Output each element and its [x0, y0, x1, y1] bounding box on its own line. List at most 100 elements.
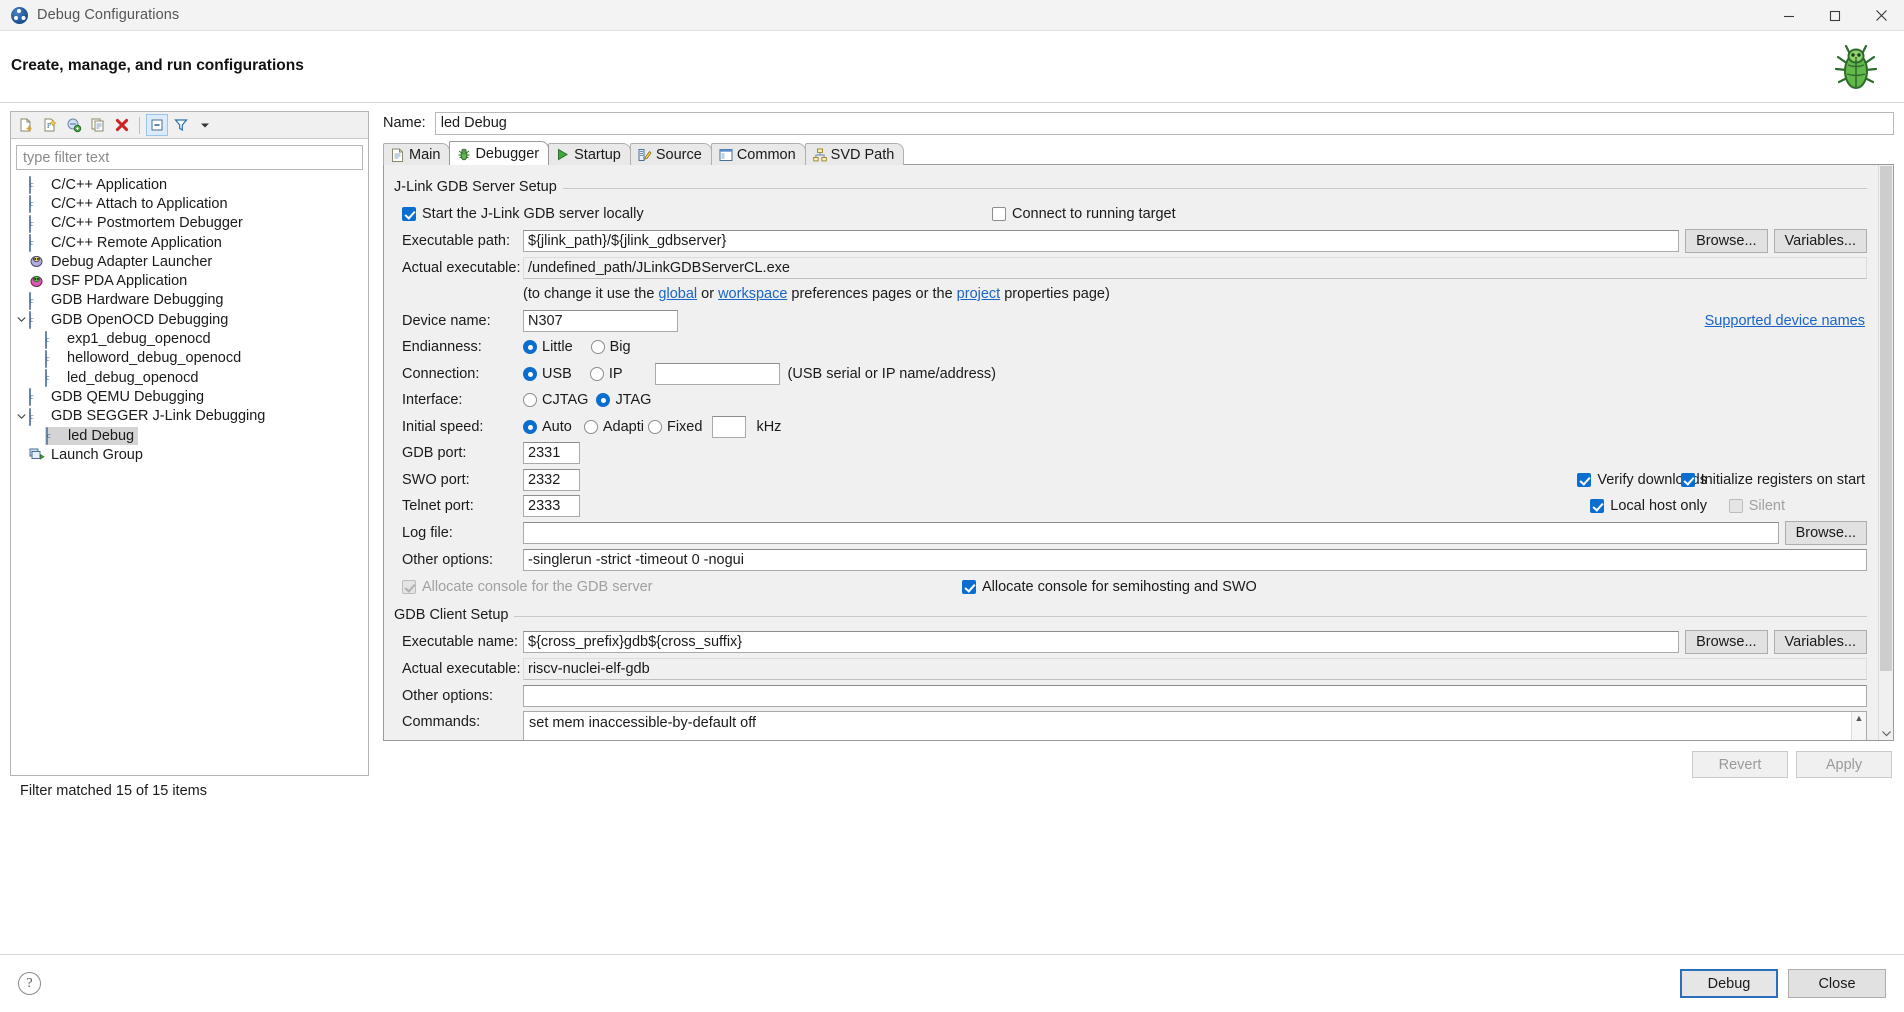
- scrollbar-thumb[interactable]: [1880, 166, 1892, 671]
- tree-item-c-c-attach-to-application[interactable]: cC/C++ Attach to Application: [11, 194, 368, 213]
- tab-common[interactable]: Common: [711, 143, 806, 165]
- close-icon[interactable]: [1858, 0, 1904, 31]
- new-configuration-icon[interactable]: [15, 114, 37, 136]
- global-preferences-link[interactable]: global: [658, 286, 697, 302]
- tab-label: Main: [409, 147, 440, 163]
- c-config-icon: c: [46, 427, 48, 445]
- allocate-server-console-checkbox[interactable]: Allocate console for the GDB server: [402, 579, 653, 595]
- swo-port-value: 2332: [528, 472, 560, 488]
- chevron-down-icon[interactable]: [13, 316, 29, 323]
- interface-option-jtag[interactable]: JTAG: [596, 392, 651, 408]
- connection-address-input[interactable]: [655, 363, 780, 385]
- help-icon[interactable]: ?: [18, 972, 41, 995]
- connect-running-checkbox[interactable]: Connect to running target: [992, 206, 1176, 222]
- speed-value-input[interactable]: [712, 416, 746, 438]
- client-executable-name-input[interactable]: ${cross_prefix}gdb${cross_suffix}: [523, 631, 1679, 653]
- tree-item-helloword-debug-openocd[interactable]: chelloword_debug_openocd: [11, 349, 368, 368]
- tree-item-c-c-remote-application[interactable]: cC/C++ Remote Application: [11, 233, 368, 252]
- gdb-client-group: GDB Client Setup Executable name: ${cros…: [394, 607, 1867, 740]
- endianness-option-big[interactable]: Big: [591, 339, 631, 355]
- help-label: ?: [26, 976, 32, 992]
- client-other-options-label: Other options:: [402, 688, 523, 704]
- project-properties-link[interactable]: project: [957, 286, 1001, 302]
- tree-item-c-c-postmortem-debugger[interactable]: cC/C++ Postmortem Debugger: [11, 214, 368, 233]
- view-menu-icon[interactable]: [194, 114, 216, 136]
- workspace-preferences-link[interactable]: workspace: [718, 286, 787, 302]
- client-commands-textarea[interactable]: set mem inaccessible-by-default off ▲ ▼: [523, 711, 1867, 741]
- configurations-tree[interactable]: cC/C++ ApplicationcC/C++ Attach to Appli…: [11, 170, 368, 775]
- speed-option-fixed[interactable]: Fixed: [648, 419, 702, 435]
- c-config-icon: c: [29, 234, 31, 252]
- start-server-checkbox[interactable]: Start the J-Link GDB server locally: [402, 206, 644, 222]
- tree-item-gdb-segger-j-link-debugging[interactable]: cGDB SEGGER J-Link Debugging: [11, 407, 368, 426]
- delete-icon[interactable]: [111, 114, 133, 136]
- duplicate-icon[interactable]: [87, 114, 109, 136]
- chevron-down-icon[interactable]: [13, 413, 29, 420]
- server-other-options-input[interactable]: -singlerun -strict -timeout 0 -nogui: [523, 549, 1867, 571]
- tree-item-gdb-hardware-debugging[interactable]: cGDB Hardware Debugging: [11, 291, 368, 310]
- c-config-icon: c: [29, 195, 31, 213]
- revert-button[interactable]: Revert: [1692, 751, 1788, 778]
- maximize-icon[interactable]: [1812, 0, 1858, 31]
- speed-option-adaptive[interactable]: Adapti: [584, 419, 644, 435]
- filter-icon[interactable]: [170, 114, 192, 136]
- client-other-options-input[interactable]: [523, 685, 1867, 707]
- apply-button[interactable]: Apply: [1796, 751, 1892, 778]
- scroll-down-icon[interactable]: [1879, 726, 1893, 740]
- debug-button[interactable]: Debug: [1680, 969, 1778, 998]
- tree-item-launch-group[interactable]: Launch Group: [11, 445, 368, 464]
- connection-option-ip[interactable]: IP: [590, 366, 623, 382]
- endianness-label: Endianness:: [402, 339, 523, 355]
- tab-label: Source: [656, 147, 702, 163]
- local-host-only-checkbox[interactable]: Local host only: [1590, 498, 1707, 514]
- swo-port-input[interactable]: 2332: [523, 469, 580, 491]
- tree-item-gdb-qemu-debugging[interactable]: cGDB QEMU Debugging: [11, 387, 368, 406]
- tree-item-gdb-openocd-debugging[interactable]: cGDB OpenOCD Debugging: [11, 310, 368, 329]
- telnet-port-row: Telnet port: 2333 Local host only Silent: [402, 495, 1867, 518]
- tree-item-debug-adapter-launcher[interactable]: Debug Adapter Launcher: [11, 252, 368, 271]
- local-host-only-label: Local host only: [1610, 498, 1707, 514]
- executable-path-variables-button[interactable]: Variables...: [1774, 229, 1867, 253]
- client-variables-button[interactable]: Variables...: [1774, 630, 1867, 654]
- close-button[interactable]: Close: [1788, 969, 1886, 998]
- window-title: Debug Configurations: [37, 7, 179, 23]
- tree-item-dsf-pda-application[interactable]: DSF PDA Application: [11, 271, 368, 290]
- connection-option-usb[interactable]: USB: [523, 366, 572, 382]
- c-config-icon: c: [45, 332, 62, 347]
- endianness-option-little[interactable]: Little: [523, 339, 573, 355]
- initialize-registers-checkbox[interactable]: Initialize registers on start: [1681, 472, 1865, 488]
- interface-option-cjtag[interactable]: CJTAG: [523, 392, 588, 408]
- export-icon[interactable]: [63, 114, 85, 136]
- telnet-port-input[interactable]: 2333: [523, 495, 580, 517]
- gdb-port-input[interactable]: 2331: [523, 442, 580, 464]
- tree-item-led-debug-openocd[interactable]: cled_debug_openocd: [11, 368, 368, 387]
- scroll-up-icon[interactable]: ▲: [1852, 712, 1866, 725]
- tab-source[interactable]: Source: [630, 143, 712, 165]
- device-name-value: N307: [528, 313, 563, 329]
- speed-option-auto[interactable]: Auto: [523, 419, 572, 435]
- name-input[interactable]: led Debug: [435, 112, 1894, 135]
- collapse-all-icon[interactable]: [146, 114, 168, 136]
- tab-svd-path[interactable]: SVD Path: [805, 143, 905, 165]
- tab-startup[interactable]: Startup: [548, 143, 631, 165]
- log-file-browse-button[interactable]: Browse...: [1785, 521, 1867, 545]
- allocate-semihosting-console-checkbox[interactable]: Allocate console for semihosting and SWO: [962, 579, 1257, 595]
- new-prototype-icon[interactable]: P: [39, 114, 61, 136]
- executable-path-input[interactable]: ${jlink_path}/${jlink_gdbserver}: [523, 230, 1679, 252]
- filter-input[interactable]: type filter text: [16, 145, 363, 170]
- commands-scrollbar[interactable]: ▲ ▼: [1851, 712, 1866, 741]
- editor-footer-buttons: Revert Apply: [377, 751, 1894, 778]
- supported-device-names-link[interactable]: Supported device names: [1705, 313, 1865, 329]
- tree-item-led-debug[interactable]: cled Debug: [11, 426, 368, 445]
- silent-checkbox[interactable]: Silent: [1729, 498, 1785, 514]
- tree-item-c-c-application[interactable]: cC/C++ Application: [11, 175, 368, 194]
- tab-debugger[interactable]: Debugger: [449, 141, 549, 165]
- panel-scrollbar[interactable]: [1878, 165, 1893, 740]
- log-file-input[interactable]: [523, 522, 1779, 544]
- client-browse-button[interactable]: Browse...: [1685, 630, 1767, 654]
- device-name-input[interactable]: N307: [523, 310, 678, 332]
- executable-path-browse-button[interactable]: Browse...: [1685, 229, 1767, 253]
- tab-main[interactable]: Main: [383, 143, 450, 165]
- tree-item-exp1-debug-openocd[interactable]: cexp1_debug_openocd: [11, 329, 368, 348]
- minimize-icon[interactable]: [1766, 0, 1812, 31]
